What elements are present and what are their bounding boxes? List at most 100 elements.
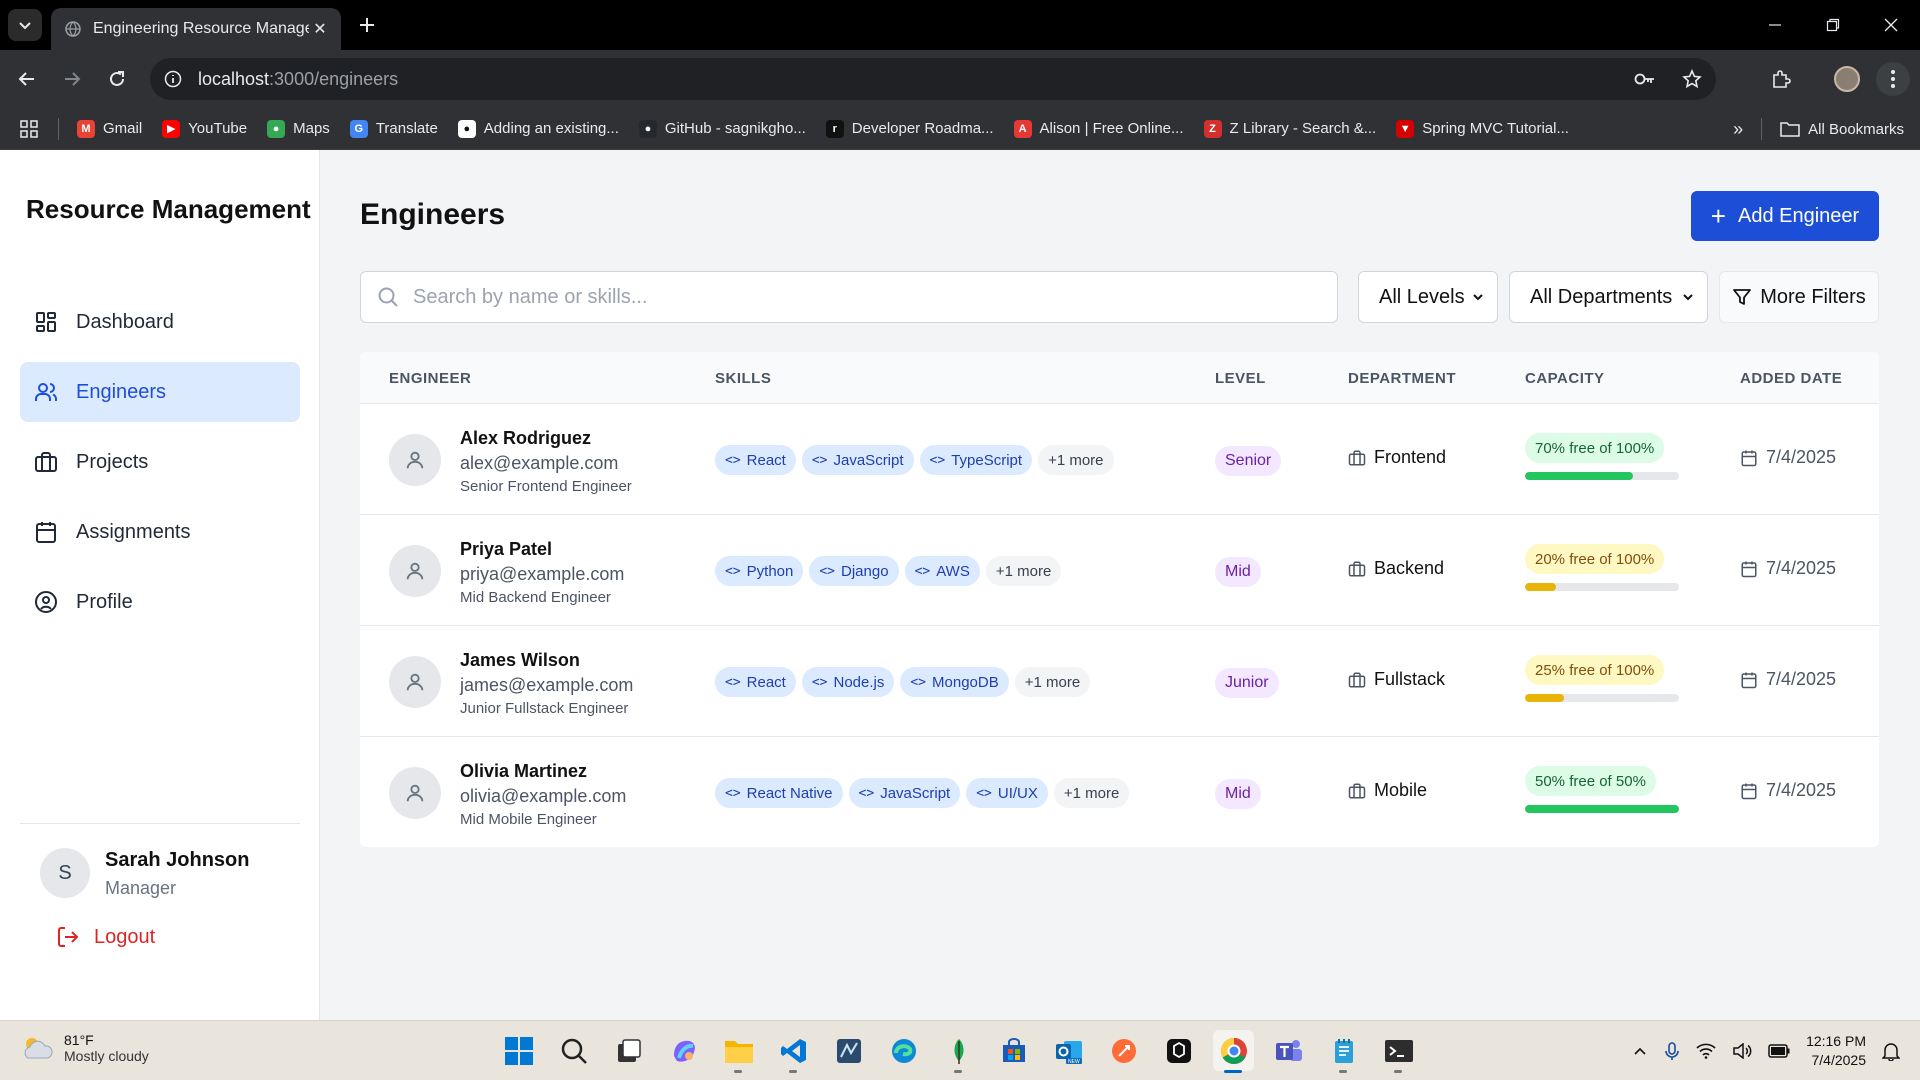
bell-icon[interactable] [1882,1041,1900,1061]
engineer-name[interactable]: Alex Rodriguez [460,428,591,449]
add-engineer-button[interactable]: + Add Engineer [1691,191,1879,241]
taskbar-search-button[interactable] [553,1030,594,1071]
search-input[interactable] [413,285,1313,309]
chevron-up-icon[interactable] [1632,1043,1648,1059]
department-filter-value: All Departments [1530,285,1673,308]
taskbar-vscode[interactable] [773,1030,814,1073]
key-icon[interactable] [1634,72,1656,86]
chrome-menu-button[interactable] [1876,62,1910,96]
close-window-button[interactable] [1862,0,1920,50]
reload-button[interactable] [100,62,134,96]
sidebar-item-engineers[interactable]: Engineers [20,362,300,422]
column-header-engineer[interactable]: ENGINEER [389,370,471,387]
more-skills-chip[interactable]: +1 more [1053,778,1130,808]
taskbar-mysql-workbench[interactable] [828,1030,869,1071]
tab-close-icon[interactable]: ✕ [309,19,331,39]
bookmark-item[interactable]: G Translate [349,119,438,138]
bookmark-item[interactable]: r Developer Roadma... [825,119,994,138]
taskbar-copilot[interactable] [663,1030,704,1071]
department-filter-select[interactable]: All Departments [1509,271,1708,323]
volume-icon[interactable] [1732,1043,1752,1059]
table-row[interactable]: Olivia Martinez olivia@example.com Mid Mob… [360,737,1879,847]
column-header-skills[interactable]: SKILLS [715,370,771,387]
apps-button[interactable] [20,119,38,138]
more-skills-chip[interactable]: +1 more [985,556,1062,586]
skill-chip: <> UI/UX [966,778,1048,808]
column-header-level[interactable]: LEVEL [1215,370,1266,387]
address-bar[interactable]: localhost:3000/engineers [150,58,1716,100]
column-header-department[interactable]: DEPARTMENT [1348,370,1456,387]
bookmark-item[interactable]: M Gmail [77,119,142,138]
bookmark-item[interactable]: A Alison | Free Online... [1013,119,1184,138]
tab-search-button[interactable] [8,9,42,41]
skill-chip: <> Python [715,556,804,586]
minimize-button[interactable] [1746,0,1804,50]
table-row[interactable]: Priya Patel priya@example.com Mid Backend … [360,515,1879,626]
taskbar-edge[interactable] [883,1030,924,1071]
more-skills-chip[interactable]: +1 more [1038,445,1114,475]
taskbar-chrome[interactable] [1213,1030,1254,1073]
more-vertical-icon [1891,70,1895,88]
sidebar: Resource Management Dashboard Engineers … [0,150,320,1020]
taskbar-terminal-app[interactable] [1158,1030,1199,1071]
sidebar-item-profile[interactable]: Profile [20,572,300,632]
table-row[interactable]: Alex Rodriguez alex@example.com Senior Fro… [360,404,1879,515]
taskbar-outlook[interactable]: NEW [1048,1030,1089,1071]
extensions-button[interactable] [1764,62,1798,96]
code-icon: <> [811,452,828,468]
restore-button[interactable] [1804,0,1862,50]
taskbar-teams[interactable] [1268,1030,1309,1071]
new-tab-button[interactable] [352,10,382,40]
task-view-button[interactable] [608,1030,649,1071]
table-row[interactable]: James Wilson james@example.com Junior Full… [360,626,1879,737]
profile-avatar-button[interactable] [1830,62,1864,96]
bookmark-item[interactable]: ▼ Spring MVC Tutorial... [1396,119,1569,138]
star-icon[interactable] [1682,69,1702,89]
skill-chip: <> TypeScript [919,445,1033,475]
sidebar-item-projects[interactable]: Projects [20,432,300,492]
restore-icon [1826,18,1840,32]
weather-widget[interactable]: 81°F Mostly cloudy [20,1032,149,1064]
arrow-right-icon [65,72,81,86]
building-icon [1348,783,1366,798]
bookmark-item[interactable]: ● Adding an existing... [457,119,619,138]
bookmark-item[interactable]: ● GitHub - sagnikgho... [638,119,806,138]
skill-label: TypeScript [951,451,1023,469]
battery-icon[interactable] [1768,1044,1790,1058]
more-skills-chip[interactable]: +1 more [1014,667,1091,697]
running-indicator [789,1070,797,1073]
bookmark-item[interactable]: ● Maps [267,119,330,138]
skill-chip: <> React [715,445,796,475]
sidebar-item-assignments[interactable]: Assignments [20,502,300,562]
logout-button[interactable]: Logout [56,925,155,949]
level-filter-select[interactable]: All Levels [1358,271,1498,323]
info-icon[interactable] [164,70,182,88]
start-button[interactable] [498,1030,539,1071]
taskbar-mongodb-compass[interactable] [938,1030,979,1073]
taskbar-file-explorer[interactable] [718,1030,759,1073]
globe-icon [65,21,81,37]
bookmark-item[interactable]: Z Z Library - Search &... [1203,119,1376,138]
engineer-name[interactable]: Priya Patel [460,539,552,560]
column-header-added-date[interactable]: ADDED DATE [1740,370,1842,387]
sidebar-item-dashboard[interactable]: Dashboard [20,292,300,352]
taskbar-terminal[interactable] [1378,1030,1419,1073]
microphone-icon[interactable] [1664,1041,1680,1061]
engineer-name[interactable]: Olivia Martinez [460,761,587,782]
bookmark-item[interactable]: ▶ YouTube [162,119,247,138]
back-button[interactable] [10,62,44,96]
forward-button[interactable] [55,62,89,96]
capacity-badge: 20% free of 100% [1525,544,1665,574]
taskbar-postman[interactable] [1103,1030,1144,1071]
clock[interactable]: 12:16 PM 7/4/2025 [1806,1032,1866,1070]
sidebar-item-label: Dashboard [76,310,174,333]
taskbar-notepad[interactable] [1323,1030,1364,1073]
wifi-icon[interactable] [1696,1043,1716,1059]
all-bookmarks-button[interactable]: All Bookmarks [1780,121,1904,138]
browser-tab[interactable]: Engineering Resource Management ✕ [51,8,341,50]
chevron-double-right-icon[interactable]: » [1733,119,1743,140]
column-header-capacity[interactable]: CAPACITY [1525,370,1605,387]
taskbar-store[interactable] [993,1030,1034,1071]
more-filters-button[interactable]: More Filters [1719,271,1879,323]
engineer-name[interactable]: James Wilson [460,650,580,671]
